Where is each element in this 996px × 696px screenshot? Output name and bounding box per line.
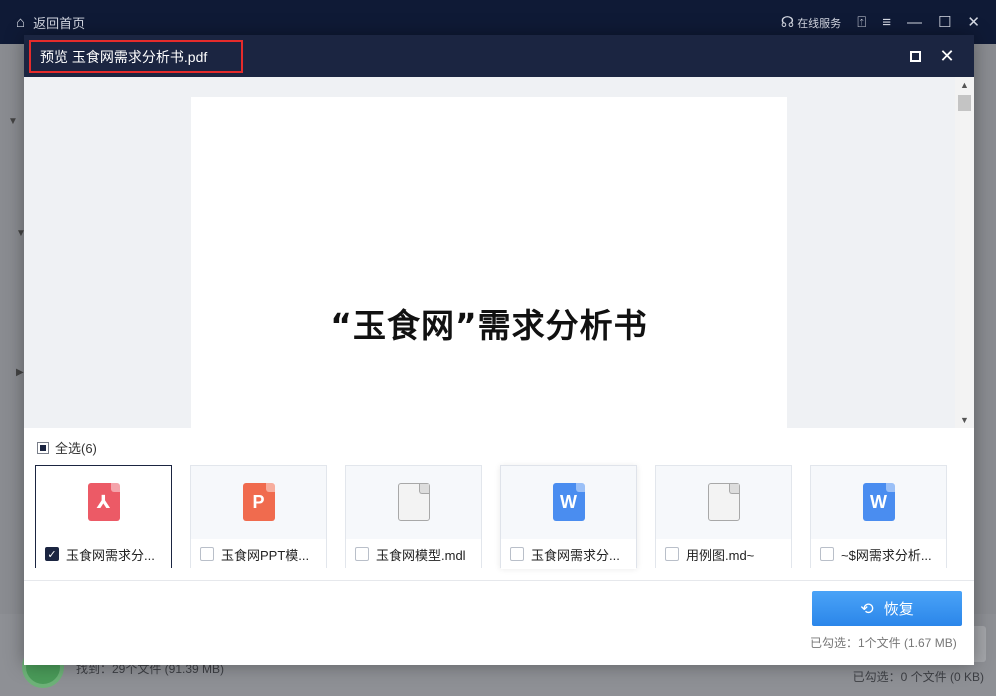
file-card[interactable]: W ~$网需求分析... bbox=[810, 465, 947, 569]
scrollbar-thumb[interactable] bbox=[958, 95, 971, 111]
home-icon: ⌂ bbox=[16, 13, 26, 31]
file-card[interactable]: P 玉食网PPT模... bbox=[190, 465, 327, 569]
tree-caret-icon: ▶ bbox=[16, 367, 24, 378]
file-checkbox[interactable] bbox=[510, 547, 524, 561]
file-card[interactable]: 玉食网模型.mdl bbox=[345, 465, 482, 569]
restore-button[interactable]: ⟲ 恢复 bbox=[812, 591, 962, 626]
tree-caret-icon: ▼ bbox=[8, 116, 18, 127]
home-label: 返回首页 bbox=[33, 15, 86, 31]
app-maximize-icon[interactable]: ☐ bbox=[938, 13, 951, 31]
close-icon: ✕ bbox=[939, 45, 955, 66]
blank-file-icon bbox=[397, 483, 430, 521]
file-name: 玉食网需求分... bbox=[66, 547, 155, 563]
word-file-icon: W bbox=[552, 483, 585, 521]
select-all-label: 全选(6) bbox=[55, 441, 97, 456]
file-checkbox[interactable] bbox=[355, 547, 369, 561]
menu-icon[interactable]: ≡ bbox=[882, 14, 891, 31]
history-icon: ⟲ bbox=[860, 600, 874, 618]
scroll-up-icon[interactable]: ▲ bbox=[955, 77, 974, 93]
maximize-icon bbox=[909, 50, 921, 62]
partial-check-icon bbox=[37, 441, 49, 454]
online-service-link[interactable]: ☊ 在线服务 bbox=[781, 13, 841, 31]
pdf-file-icon: ⅄ bbox=[87, 483, 120, 521]
dialog-close-button[interactable]: ✕ bbox=[934, 43, 960, 69]
document-preview[interactable]: “玉食网”需求分析书 ▲ ▼ bbox=[24, 77, 974, 428]
file-card[interactable]: W 玉食网需求分... bbox=[500, 465, 637, 569]
dialog-title: 预览 玉食网需求分析书.pdf bbox=[29, 40, 243, 73]
home-link[interactable]: ⌂ 返回首页 bbox=[0, 13, 85, 32]
divider bbox=[24, 580, 974, 581]
file-checkbox[interactable] bbox=[200, 547, 214, 561]
file-name: 玉食网PPT模... bbox=[221, 547, 310, 563]
preview-page: “玉食网”需求分析书 bbox=[191, 97, 787, 428]
minimize-icon[interactable]: — bbox=[907, 14, 922, 31]
ppt-file-icon: P bbox=[242, 483, 275, 521]
background-selected-count: 已勾选：0 个文件 (0 KB) bbox=[852, 670, 984, 684]
file-name: 玉食网需求分... bbox=[531, 547, 620, 563]
dialog-maximize-button[interactable] bbox=[902, 43, 928, 69]
dialog-title-bar: 预览 玉食网需求分析书.pdf ✕ bbox=[24, 35, 974, 77]
file-name: 玉食网模型.mdl bbox=[376, 547, 466, 563]
scroll-down-icon[interactable]: ▼ bbox=[955, 412, 974, 428]
preview-scrollbar[interactable]: ▲ ▼ bbox=[955, 77, 974, 428]
select-all-checkbox[interactable]: 全选(6) bbox=[37, 438, 97, 457]
file-card[interactable]: ⅄ ✓ 玉食网需求分... bbox=[35, 465, 172, 569]
online-service-label: 在线服务 bbox=[797, 18, 842, 30]
file-name: 用例图.md~ bbox=[686, 547, 755, 563]
restore-label: 恢复 bbox=[883, 601, 914, 618]
feedback-icon[interactable]: ⍐ bbox=[857, 14, 866, 31]
file-card[interactable]: 用例图.md~ bbox=[655, 465, 792, 569]
file-checkbox[interactable] bbox=[665, 547, 679, 561]
preview-heading: “玉食网”需求分析书 bbox=[330, 306, 648, 345]
file-checkbox[interactable] bbox=[820, 547, 834, 561]
file-list: ⅄ ✓ 玉食网需求分... P 玉食网PPT模... 玉食网模型.mdl W 玉… bbox=[35, 465, 947, 569]
preview-dialog: 预览 玉食网需求分析书.pdf ✕ “玉食网”需求分析书 ▲ ▼ 全选(6) ⅄… bbox=[24, 35, 974, 665]
window-controls: ☊ 在线服务 ⍐ ≡ — ☐ ✕ bbox=[781, 13, 996, 32]
file-name: ~$网需求分析... bbox=[841, 547, 932, 563]
file-checkbox[interactable]: ✓ bbox=[45, 547, 59, 561]
word-file-icon: W bbox=[862, 483, 895, 521]
selected-file-status: 已勾选：1个文件 (1.67 MB) bbox=[810, 636, 957, 650]
blank-file-icon bbox=[707, 483, 740, 521]
headset-icon: ☊ bbox=[780, 14, 795, 31]
app-close-icon[interactable]: ✕ bbox=[967, 13, 980, 31]
